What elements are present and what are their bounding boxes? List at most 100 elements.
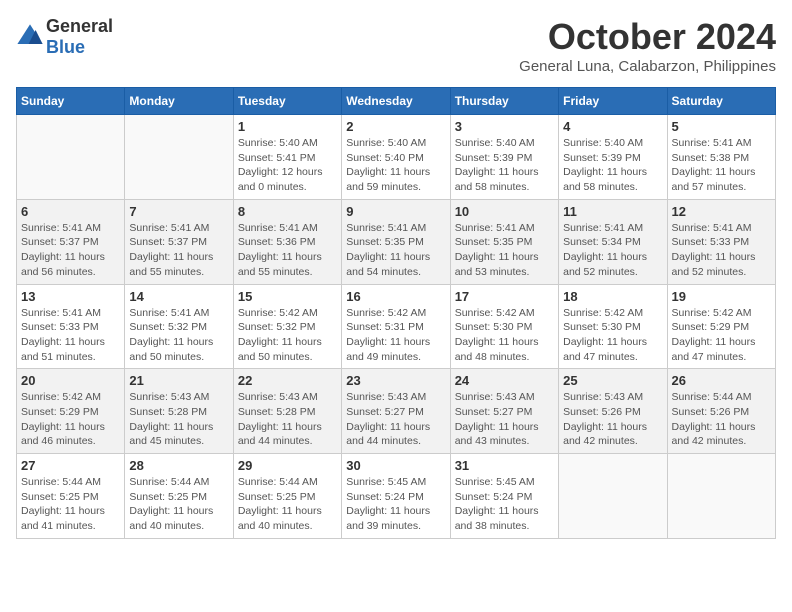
day-info: Sunrise: 5:44 AM Sunset: 5:25 PM Dayligh… bbox=[238, 475, 337, 534]
day-number: 23 bbox=[346, 373, 445, 388]
day-info: Sunrise: 5:41 AM Sunset: 5:34 PM Dayligh… bbox=[563, 221, 662, 280]
weekday-header-sunday: Sunday bbox=[17, 88, 125, 115]
calendar-week-2: 6 Sunrise: 5:41 AM Sunset: 5:37 PM Daylig… bbox=[17, 199, 776, 284]
calendar-cell: 25 Sunrise: 5:43 AM Sunset: 5:26 PM Dayli… bbox=[559, 369, 667, 454]
day-info: Sunrise: 5:41 AM Sunset: 5:33 PM Dayligh… bbox=[672, 221, 771, 280]
day-info: Sunrise: 5:40 AM Sunset: 5:40 PM Dayligh… bbox=[346, 136, 445, 195]
day-number: 16 bbox=[346, 289, 445, 304]
day-info: Sunrise: 5:42 AM Sunset: 5:30 PM Dayligh… bbox=[563, 306, 662, 365]
day-info: Sunrise: 5:41 AM Sunset: 5:37 PM Dayligh… bbox=[21, 221, 120, 280]
day-info: Sunrise: 5:40 AM Sunset: 5:41 PM Dayligh… bbox=[238, 136, 337, 195]
calendar-cell: 9 Sunrise: 5:41 AM Sunset: 5:35 PM Daylig… bbox=[342, 199, 450, 284]
calendar-cell: 22Sunrise: 5:43 AM Sunset: 5:28 PM Dayli… bbox=[233, 369, 341, 454]
calendar-week-4: 20 Sunrise: 5:42 AM Sunset: 5:29 PM Dayli… bbox=[17, 369, 776, 454]
day-number: 28 bbox=[129, 458, 228, 473]
day-number: 6 bbox=[21, 204, 120, 219]
calendar-cell: 1 Sunrise: 5:40 AM Sunset: 5:41 PM Daylig… bbox=[233, 115, 341, 200]
day-info: Sunrise: 5:42 AM Sunset: 5:32 PM Dayligh… bbox=[238, 306, 337, 365]
calendar-cell: 14 Sunrise: 5:41 AM Sunset: 5:32 PM Dayli… bbox=[125, 284, 233, 369]
weekday-header-thursday: Thursday bbox=[450, 88, 558, 115]
calendar-cell: 17 Sunrise: 5:42 AM Sunset: 5:30 PM Dayli… bbox=[450, 284, 558, 369]
calendar-cell: 18 Sunrise: 5:42 AM Sunset: 5:30 PM Dayli… bbox=[559, 284, 667, 369]
calendar-cell: 5Sunrise: 5:41 AM Sunset: 5:38 PM Daylig… bbox=[667, 115, 775, 200]
day-info: Sunrise: 5:41 AM Sunset: 5:33 PM Dayligh… bbox=[21, 306, 120, 365]
calendar-week-5: 27Sunrise: 5:44 AM Sunset: 5:25 PM Dayli… bbox=[17, 454, 776, 539]
logo-blue: Blue bbox=[46, 37, 113, 58]
day-number: 26 bbox=[672, 373, 771, 388]
day-info: Sunrise: 5:43 AM Sunset: 5:27 PM Dayligh… bbox=[455, 390, 554, 449]
calendar-cell: 21Sunrise: 5:43 AM Sunset: 5:28 PM Dayli… bbox=[125, 369, 233, 454]
day-info: Sunrise: 5:42 AM Sunset: 5:29 PM Dayligh… bbox=[21, 390, 120, 449]
page-header: General Blue October 2024 General Luna, … bbox=[16, 16, 776, 75]
calendar-cell: 4 Sunrise: 5:40 AM Sunset: 5:39 PM Daylig… bbox=[559, 115, 667, 200]
calendar-cell: 24 Sunrise: 5:43 AM Sunset: 5:27 PM Dayli… bbox=[450, 369, 558, 454]
logo-text: General Blue bbox=[46, 16, 113, 58]
calendar-week-1: 1 Sunrise: 5:40 AM Sunset: 5:41 PM Daylig… bbox=[17, 115, 776, 200]
day-number: 11 bbox=[563, 204, 662, 219]
day-number: 5 bbox=[672, 119, 771, 134]
day-number: 1 bbox=[238, 119, 337, 134]
day-number: 20 bbox=[21, 373, 120, 388]
title-block: October 2024 General Luna, Calabarzon, P… bbox=[519, 16, 776, 75]
day-number: 9 bbox=[346, 204, 445, 219]
day-info: Sunrise: 5:42 AM Sunset: 5:29 PM Dayligh… bbox=[672, 306, 771, 365]
day-info: Sunrise: 5:41 AM Sunset: 5:32 PM Dayligh… bbox=[129, 306, 228, 365]
day-number: 30 bbox=[346, 458, 445, 473]
calendar-cell: 12 Sunrise: 5:41 AM Sunset: 5:33 PM Dayli… bbox=[667, 199, 775, 284]
day-info: Sunrise: 5:40 AM Sunset: 5:39 PM Dayligh… bbox=[455, 136, 554, 195]
day-info: Sunrise: 5:43 AM Sunset: 5:26 PM Dayligh… bbox=[563, 390, 662, 449]
calendar-cell: 7Sunrise: 5:41 AM Sunset: 5:37 PM Daylig… bbox=[125, 199, 233, 284]
day-number: 25 bbox=[563, 373, 662, 388]
day-number: 8 bbox=[238, 204, 337, 219]
calendar-cell: 23 Sunrise: 5:43 AM Sunset: 5:27 PM Dayli… bbox=[342, 369, 450, 454]
day-number: 18 bbox=[563, 289, 662, 304]
day-info: Sunrise: 5:43 AM Sunset: 5:28 PM Dayligh… bbox=[238, 390, 337, 449]
calendar-cell: 20 Sunrise: 5:42 AM Sunset: 5:29 PM Dayli… bbox=[17, 369, 125, 454]
day-number: 19 bbox=[672, 289, 771, 304]
day-number: 24 bbox=[455, 373, 554, 388]
logo-icon bbox=[16, 23, 44, 51]
day-info: Sunrise: 5:41 AM Sunset: 5:36 PM Dayligh… bbox=[238, 221, 337, 280]
calendar-cell: 15 Sunrise: 5:42 AM Sunset: 5:32 PM Dayli… bbox=[233, 284, 341, 369]
calendar-table: SundayMondayTuesdayWednesdayThursdayFrid… bbox=[16, 87, 776, 539]
day-number: 3 bbox=[455, 119, 554, 134]
weekday-header-wednesday: Wednesday bbox=[342, 88, 450, 115]
calendar-cell: 13 Sunrise: 5:41 AM Sunset: 5:33 PM Dayli… bbox=[17, 284, 125, 369]
day-number: 17 bbox=[455, 289, 554, 304]
calendar-cell bbox=[17, 115, 125, 200]
calendar-cell: 26 Sunrise: 5:44 AM Sunset: 5:26 PM Dayli… bbox=[667, 369, 775, 454]
day-number: 2 bbox=[346, 119, 445, 134]
day-info: Sunrise: 5:41 AM Sunset: 5:37 PM Dayligh… bbox=[129, 221, 228, 280]
weekday-header-saturday: Saturday bbox=[667, 88, 775, 115]
calendar-cell: 27Sunrise: 5:44 AM Sunset: 5:25 PM Dayli… bbox=[17, 454, 125, 539]
day-number: 12 bbox=[672, 204, 771, 219]
day-number: 14 bbox=[129, 289, 228, 304]
weekday-header-row: SundayMondayTuesdayWednesdayThursdayFrid… bbox=[17, 88, 776, 115]
logo: General Blue bbox=[16, 16, 113, 58]
calendar-cell: 2 Sunrise: 5:40 AM Sunset: 5:40 PM Daylig… bbox=[342, 115, 450, 200]
calendar-cell: 3 Sunrise: 5:40 AM Sunset: 5:39 PM Daylig… bbox=[450, 115, 558, 200]
day-info: Sunrise: 5:40 AM Sunset: 5:39 PM Dayligh… bbox=[563, 136, 662, 195]
day-info: Sunrise: 5:41 AM Sunset: 5:35 PM Dayligh… bbox=[346, 221, 445, 280]
weekday-header-tuesday: Tuesday bbox=[233, 88, 341, 115]
calendar-cell bbox=[125, 115, 233, 200]
weekday-header-monday: Monday bbox=[125, 88, 233, 115]
day-number: 13 bbox=[21, 289, 120, 304]
day-number: 15 bbox=[238, 289, 337, 304]
month-title: October 2024 bbox=[519, 16, 776, 58]
calendar-cell: 29Sunrise: 5:44 AM Sunset: 5:25 PM Dayli… bbox=[233, 454, 341, 539]
day-number: 10 bbox=[455, 204, 554, 219]
day-number: 4 bbox=[563, 119, 662, 134]
day-info: Sunrise: 5:44 AM Sunset: 5:25 PM Dayligh… bbox=[129, 475, 228, 534]
day-info: Sunrise: 5:45 AM Sunset: 5:24 PM Dayligh… bbox=[346, 475, 445, 534]
calendar-cell: 28 Sunrise: 5:44 AM Sunset: 5:25 PM Dayli… bbox=[125, 454, 233, 539]
calendar-cell bbox=[667, 454, 775, 539]
day-info: Sunrise: 5:44 AM Sunset: 5:25 PM Dayligh… bbox=[21, 475, 120, 534]
day-info: Sunrise: 5:43 AM Sunset: 5:27 PM Dayligh… bbox=[346, 390, 445, 449]
calendar-week-3: 13 Sunrise: 5:41 AM Sunset: 5:33 PM Dayli… bbox=[17, 284, 776, 369]
calendar-cell: 11 Sunrise: 5:41 AM Sunset: 5:34 PM Dayli… bbox=[559, 199, 667, 284]
day-number: 21 bbox=[129, 373, 228, 388]
day-info: Sunrise: 5:42 AM Sunset: 5:30 PM Dayligh… bbox=[455, 306, 554, 365]
day-info: Sunrise: 5:44 AM Sunset: 5:26 PM Dayligh… bbox=[672, 390, 771, 449]
calendar-cell: 6 Sunrise: 5:41 AM Sunset: 5:37 PM Daylig… bbox=[17, 199, 125, 284]
